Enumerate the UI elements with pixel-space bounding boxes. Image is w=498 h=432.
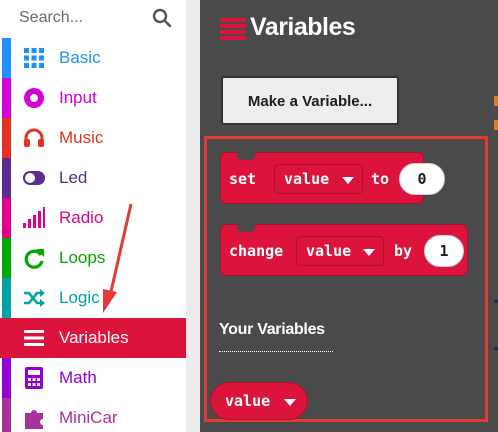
category-radio[interactable]: Radio <box>0 198 186 238</box>
to-keyword: to <box>371 170 390 188</box>
category-logic[interactable]: Logic <box>0 278 186 318</box>
category-color-stripe <box>2 198 11 238</box>
category-label: Math <box>59 368 97 387</box>
category-color-stripe <box>2 318 11 358</box>
make-variable-button[interactable]: Make a Variable... <box>221 76 399 125</box>
variable-dropdown-value: value <box>284 170 330 188</box>
category-color-stripe <box>2 278 11 318</box>
category-label: Loops <box>59 248 106 267</box>
category-label: Led <box>59 168 88 187</box>
category-minicar[interactable]: MiniCar <box>0 398 186 432</box>
variable-dropdown[interactable]: value <box>274 164 363 194</box>
category-color-stripe <box>2 398 11 432</box>
category-label: Input <box>59 88 97 107</box>
dropdown-arrow-icon <box>342 177 354 184</box>
category-loops[interactable]: Loops <box>0 238 186 278</box>
dropdown-arrow-icon <box>363 249 375 256</box>
toolbox-scrollbar[interactable] <box>186 0 200 432</box>
change-variable-block[interactable]: change value by 1 <box>220 224 468 276</box>
set-keyword: set <box>229 170 257 188</box>
category-label: MiniCar <box>59 408 118 427</box>
workspace-block-sliver <box>494 300 498 303</box>
puzzle-icon <box>25 410 43 429</box>
workspace-block-sliver <box>494 120 498 130</box>
variable-reporter-block[interactable]: value <box>210 382 308 420</box>
block-notch <box>237 152 255 160</box>
category-label: Radio <box>59 208 104 227</box>
toolbox-search[interactable]: Search... <box>0 0 186 38</box>
category-color-stripe <box>2 358 11 398</box>
dropdown-arrow-icon <box>284 399 296 406</box>
category-label: Music <box>59 128 104 147</box>
heading-underline <box>219 351 333 352</box>
change-keyword: change <box>229 242 284 260</box>
category-math[interactable]: Math <box>0 358 186 398</box>
workspace-block-sliver <box>494 347 498 350</box>
block-notch <box>237 224 255 232</box>
category-input[interactable]: Input <box>0 78 186 118</box>
category-color-stripe <box>2 158 11 198</box>
category-basic[interactable]: Basic <box>0 38 186 78</box>
number-input[interactable]: 0 <box>399 163 445 195</box>
shuffle-icon <box>24 289 45 307</box>
toggle-icon <box>23 171 45 185</box>
signal-bars-icon <box>23 207 45 228</box>
circle-target-icon <box>24 88 44 108</box>
your-variables-heading: Your Variables <box>219 321 325 338</box>
calculator-icon <box>25 367 43 389</box>
search-input[interactable]: Search... <box>19 9 83 27</box>
grid-icon <box>24 48 44 68</box>
category-color-stripe <box>2 238 11 278</box>
make-variable-label: Make a Variable... <box>247 93 373 110</box>
number-input[interactable]: 1 <box>424 235 464 267</box>
category-color-stripe <box>2 38 11 78</box>
category-variables[interactable]: Variables <box>0 318 186 358</box>
variable-reporter-label: value <box>225 392 271 410</box>
number-value: 1 <box>439 242 449 260</box>
category-label: Variables <box>59 328 129 347</box>
category-label: Basic <box>59 48 101 67</box>
list-icon <box>220 18 246 40</box>
variable-dropdown[interactable]: value <box>296 236 384 266</box>
workspace-block-sliver <box>494 96 498 106</box>
category-color-stripe <box>2 118 11 158</box>
category-toolbox: Search... Basic Input Music Led Radio Lo… <box>0 0 186 432</box>
list-icon <box>24 330 44 346</box>
category-label: Logic <box>59 288 100 307</box>
category-led[interactable]: Led <box>0 158 186 198</box>
set-variable-block[interactable]: set value to 0 <box>220 152 445 204</box>
by-keyword: by <box>394 242 413 260</box>
number-value: 0 <box>417 170 427 188</box>
category-color-stripe <box>2 78 11 118</box>
refresh-icon <box>24 249 44 269</box>
headphones-icon <box>24 128 44 147</box>
category-music[interactable]: Music <box>0 118 186 158</box>
search-icon[interactable] <box>152 8 172 28</box>
variable-dropdown-value: value <box>306 242 352 260</box>
flyout-title: Variables <box>250 13 356 41</box>
